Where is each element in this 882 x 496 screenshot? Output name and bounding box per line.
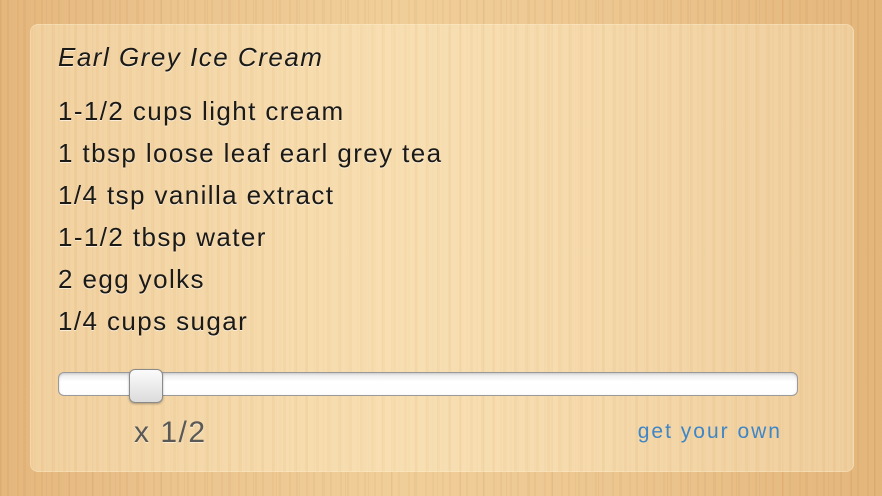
- ingredient-item: 1-1/2 cups light cream: [58, 96, 345, 126]
- ingredient-item: 1/4 tsp vanilla extract: [58, 180, 335, 210]
- ingredient-list: 1-1/2 cups light cream 1 tbsp loose leaf…: [58, 90, 443, 342]
- serving-scale-slider[interactable]: [58, 369, 798, 403]
- ingredient-item: 1-1/2 tbsp water: [58, 222, 267, 252]
- scale-multiplier-label: x 1/2: [134, 416, 207, 449]
- ingredient-item: 1/4 cups sugar: [58, 306, 249, 336]
- get-your-own-link[interactable]: get your own: [638, 420, 782, 444]
- ingredient-item: 2 egg yolks: [58, 264, 205, 294]
- recipe-card: Earl Grey Ice Cream 1-1/2 cups light cre…: [30, 24, 854, 472]
- ingredient-item: 1 tbsp loose leaf earl grey tea: [58, 138, 443, 168]
- slider-handle[interactable]: [129, 369, 163, 403]
- recipe-title: Earl Grey Ice Cream: [58, 42, 324, 72]
